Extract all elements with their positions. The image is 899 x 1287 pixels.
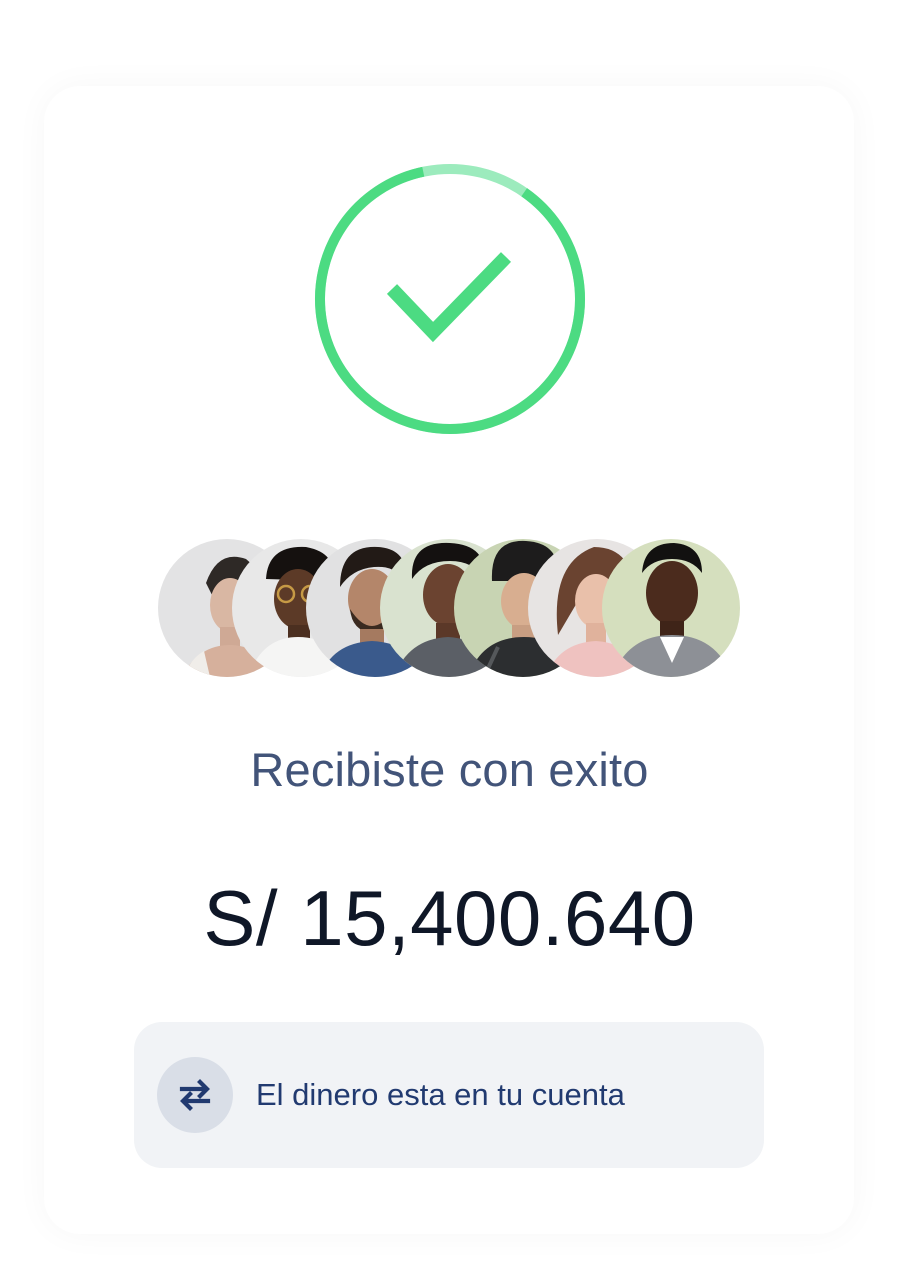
account-notice: El dinero esta en tu cuenta	[134, 1022, 764, 1168]
notice-text: El dinero esta en tu cuenta	[256, 1077, 625, 1112]
success-headline: Recibiste con exito	[250, 743, 649, 796]
payment-success-screen: Recibiste con exito S/ 15,400.640 El din…	[0, 0, 899, 1287]
avatar-group	[158, 539, 742, 679]
check-icon	[386, 252, 512, 343]
transfer-arrows-icon	[157, 1057, 233, 1133]
progress-ring	[315, 164, 585, 434]
avatar	[602, 539, 740, 677]
success-check-icon	[315, 164, 585, 434]
received-amount: S/ 15,400.640	[203, 874, 696, 962]
